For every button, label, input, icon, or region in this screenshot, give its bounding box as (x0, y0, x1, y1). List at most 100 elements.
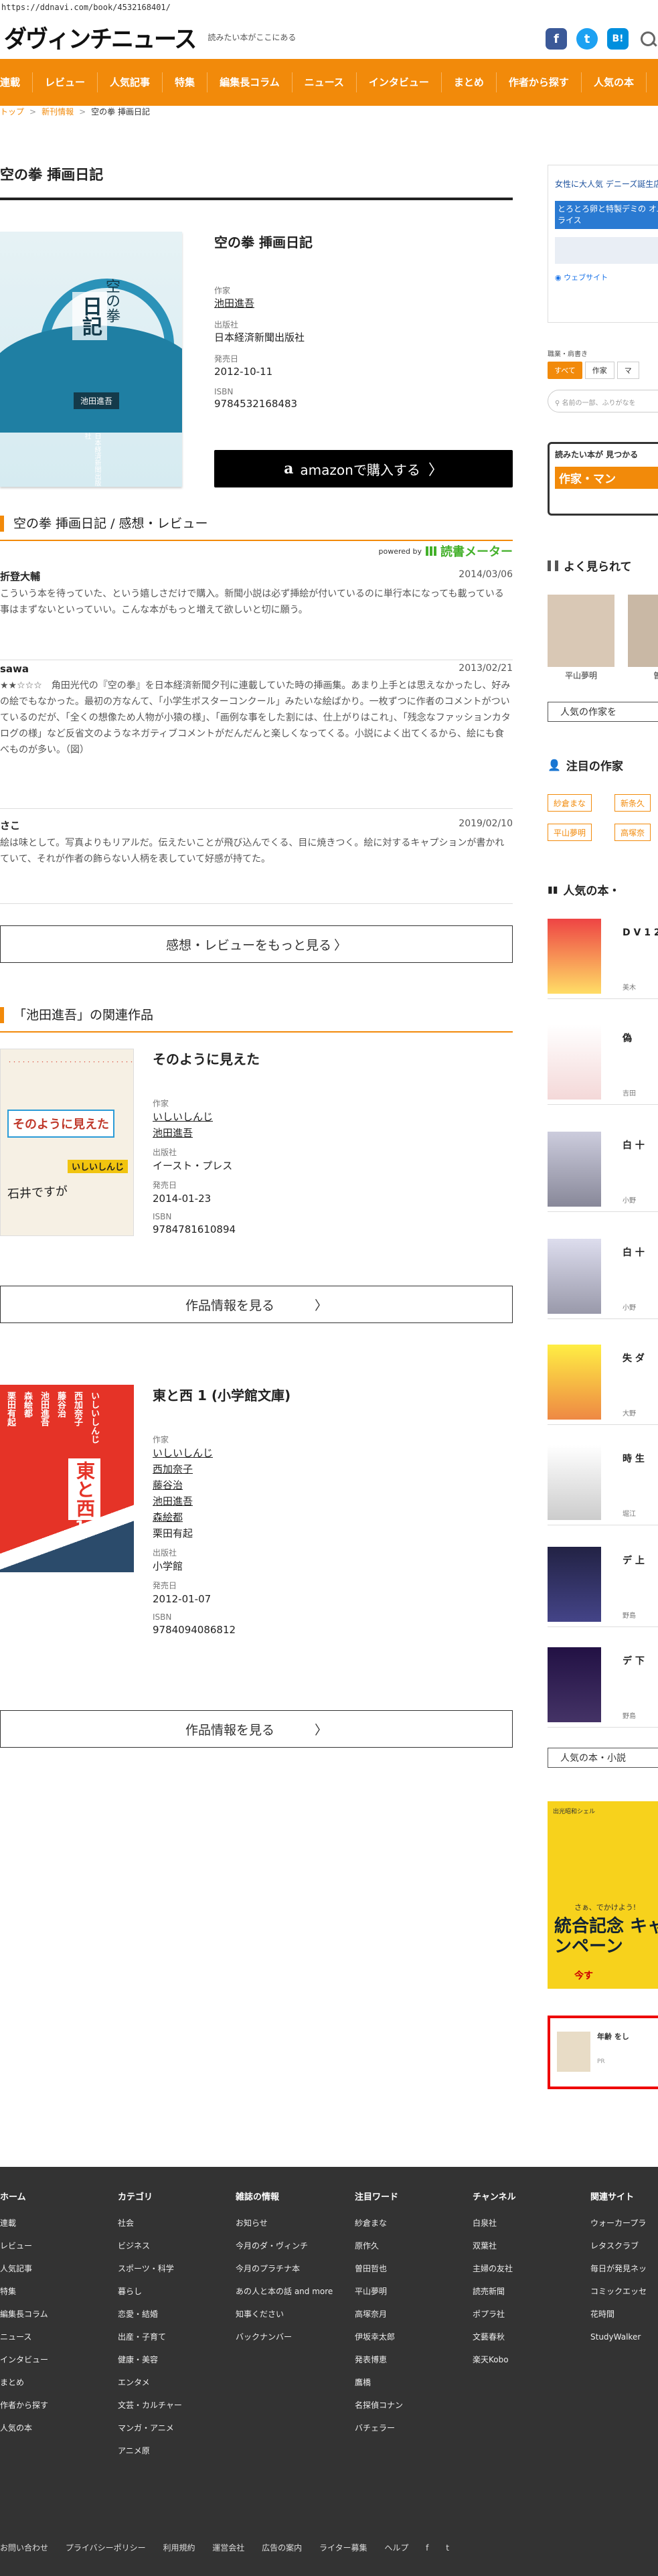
nav-column[interactable]: 編集長コラム (208, 72, 293, 92)
popular-authors-button[interactable]: 人気の作家を (548, 702, 658, 722)
book-rank-item[interactable]: 失 ダ大野 (548, 1345, 658, 1425)
footer-link-help[interactable]: ヘルプ (384, 2543, 408, 2553)
footer-link[interactable]: ニュース (0, 2326, 48, 2348)
footer-link-contact[interactable]: お問い合わせ (0, 2543, 48, 2553)
footer-link[interactable]: 平山夢明 (355, 2280, 403, 2303)
footer-link-privacy[interactable]: プライバシーポリシー (66, 2543, 146, 2553)
footer-link[interactable]: スポーツ・科学 (118, 2257, 182, 2280)
twitter-icon[interactable]: t (446, 2543, 449, 2553)
footer-link[interactable]: コミックエッセ (590, 2280, 657, 2303)
footer-link-company[interactable]: 運営会社 (212, 2543, 244, 2553)
author-link[interactable]: いしいしんじ (153, 1109, 513, 1125)
campaign-ad[interactable]: 出光昭和シェル さぁ、でかけよう! 統合記念 キャンペーン 今す (548, 1801, 658, 1989)
amazon-buy-button[interactable]: a amazonで購入する 〉 (214, 450, 513, 487)
author-photo[interactable] (628, 595, 658, 667)
author-tag[interactable]: 高塚奈 (614, 824, 651, 841)
site-logo[interactable]: ダヴィンチニュース (4, 19, 197, 54)
footer-link[interactable]: エンタメ (118, 2371, 182, 2394)
footer-link[interactable]: 花時間 (590, 2303, 657, 2326)
ad-banner[interactable]: 女性に大人気 デニーズ誕生店 とろとろ卵と特製デミの オムライス ◉ ウェブサイ… (548, 165, 658, 323)
nav-popular[interactable]: 人気記事 (98, 72, 163, 92)
author-photo[interactable] (548, 595, 614, 667)
author-link[interactable]: 池田進吾 (153, 1125, 513, 1141)
footer-link[interactable]: 今月のプラチナ本 (236, 2257, 333, 2280)
facebook-icon[interactable]: f (426, 2543, 428, 2553)
nav-matome[interactable]: まとめ (442, 72, 497, 92)
footer-link-terms[interactable]: 利用規約 (163, 2543, 195, 2553)
footer-link[interactable]: あの人と本の話 and more (236, 2280, 333, 2303)
filter-tab-all[interactable]: すべて (548, 362, 582, 379)
footer-link[interactable]: 出産・子育て (118, 2326, 182, 2348)
footer-link[interactable]: 主婦の友社 (473, 2257, 516, 2280)
ad-banner-2[interactable]: 年齢 をし PR (548, 2016, 658, 2089)
footer-link[interactable]: 知事ください (236, 2303, 333, 2326)
footer-link[interactable]: バックナンバー (236, 2326, 333, 2348)
footer-link-writers[interactable]: ライター募集 (319, 2543, 367, 2553)
author-name[interactable]: 曽田 (628, 670, 658, 681)
author-link[interactable]: いしいしんじ (153, 1445, 513, 1461)
work-info-button[interactable]: 作品情報を見る 〉 (0, 1286, 513, 1323)
nav-news[interactable]: ニュース (293, 72, 357, 92)
book-cover[interactable]: 空の拳 日記 池田進吾 日本経済新聞出版社 (0, 232, 182, 487)
footer-link[interactable]: 紗倉まな (355, 2212, 403, 2234)
author-link[interactable]: 池田進吾 (153, 1493, 513, 1509)
author-link[interactable]: 池田進吾 (214, 296, 513, 311)
footer-heading[interactable]: カテゴリ (118, 2190, 182, 2202)
related-book-cover[interactable]: いしいしんじ 西加奈子 藤谷治 池田進吾 森絵都 栗田有起 東と西 1 (0, 1385, 134, 1572)
footer-link[interactable]: マンガ・アニメ (118, 2417, 182, 2439)
work-info-button[interactable]: 作品情報を見る 〉 (0, 1710, 513, 1748)
book-rank-item[interactable]: 白 十小野 (548, 1239, 658, 1319)
footer-link[interactable]: 楽天Kobo (473, 2348, 516, 2371)
footer-link[interactable]: 恋愛・結婚 (118, 2303, 182, 2326)
footer-link[interactable]: レビュー (0, 2234, 48, 2257)
footer-link[interactable]: 白泉社 (473, 2212, 516, 2234)
author-tag[interactable]: 紗倉まな (548, 794, 592, 812)
footer-link[interactable]: 発表博恵 (355, 2348, 403, 2371)
nav-feature[interactable]: 特集 (163, 72, 208, 92)
footer-heading[interactable]: チャンネル (473, 2190, 516, 2202)
footer-link[interactable]: 毎日が発見ネッ (590, 2257, 657, 2280)
footer-link[interactable]: お知らせ (236, 2212, 333, 2234)
more-reviews-button[interactable]: 感想・レビューをもっと見る 〉 (0, 925, 513, 963)
footer-link[interactable]: 鷹橋 (355, 2371, 403, 2394)
footer-link[interactable]: 健康・美容 (118, 2348, 182, 2371)
footer-link[interactable]: バチェラー (355, 2417, 403, 2439)
author-name[interactable]: 平山夢明 (548, 670, 614, 681)
book-rank-item[interactable]: D V 1 2 グ美木 (548, 919, 658, 999)
footer-link[interactable]: 文藝春秋 (473, 2326, 516, 2348)
footer-link[interactable]: 原作久 (355, 2234, 403, 2257)
popular-books-button[interactable]: 人気の本・小説 (548, 1748, 658, 1768)
book-rank-item[interactable]: 時 生堀江 (548, 1445, 658, 1525)
footer-link[interactable]: ビジネス (118, 2234, 182, 2257)
author-link[interactable]: 森絵都 (153, 1509, 513, 1525)
breadcrumb-new[interactable]: 新刊情報 (42, 107, 74, 117)
footer-link[interactable]: まとめ (0, 2371, 48, 2394)
nav-serial[interactable]: 連載 (0, 72, 33, 92)
author-tag[interactable]: 新条久 (614, 794, 651, 812)
footer-heading[interactable]: ホーム (0, 2190, 48, 2202)
author-link[interactable]: 藤谷治 (153, 1477, 513, 1493)
footer-link[interactable]: 人気の本 (0, 2417, 48, 2439)
author-link[interactable]: 西加奈子 (153, 1461, 513, 1477)
footer-link[interactable]: 高塚奈月 (355, 2303, 403, 2326)
footer-link[interactable]: 文芸・カルチャー (118, 2394, 182, 2417)
footer-link[interactable]: ポプラ社 (473, 2303, 516, 2326)
book-rank-item[interactable]: デ 下野島 (548, 1647, 658, 1728)
footer-link[interactable]: 読売新聞 (473, 2280, 516, 2303)
authors-banner[interactable]: 読みたい本が 見つかる 作家・マン (548, 442, 658, 516)
filter-tab-manga[interactable]: マ (616, 362, 639, 379)
footer-link[interactable]: 特集 (0, 2280, 48, 2303)
footer-link[interactable]: StudyWalker (590, 2326, 657, 2348)
related-book-cover[interactable]: ・・・・・・・・・・・・・・・・・・・・・・・・・・・・・・・・・・・・・・・・… (0, 1049, 134, 1236)
book-rank-item[interactable]: 白 十小野 (548, 1132, 658, 1212)
footer-link[interactable]: 名探偵コナン (355, 2394, 403, 2417)
footer-link[interactable]: 人気記事 (0, 2257, 48, 2280)
footer-heading[interactable]: 関連サイト (590, 2190, 657, 2202)
filter-tab-writer[interactable]: 作家 (584, 362, 614, 379)
footer-link-ads[interactable]: 広告の案内 (262, 2543, 302, 2553)
footer-link[interactable]: レタスクラブ (590, 2234, 657, 2257)
footer-link[interactable]: 双葉社 (473, 2234, 516, 2257)
powered-by[interactable]: powered by 読書メーター (379, 542, 513, 560)
author-tag[interactable]: 平山夢明 (548, 824, 592, 841)
footer-link[interactable]: ウォーカープラ (590, 2212, 657, 2234)
